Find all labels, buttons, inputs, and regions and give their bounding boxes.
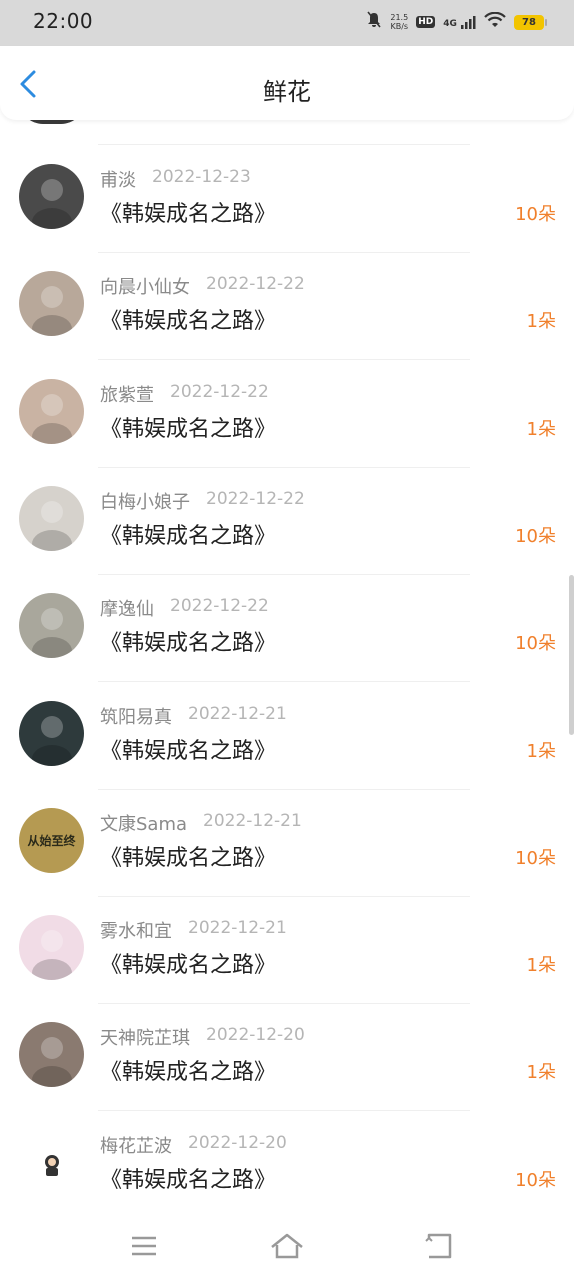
anime-fox-mask-icon[interactable] (19, 915, 84, 980)
list-item[interactable]: 甫淡 2022-12-23 《韩娱成名之路》 10朵 (0, 146, 574, 253)
status-bar: 22:00 21.5 KB/s HD 4G 78 (0, 0, 574, 46)
home-button[interactable] (267, 1229, 307, 1265)
return-icon (425, 1233, 452, 1259)
user-name: 甫淡 (100, 170, 136, 191)
avatar-text: 从始至终 (27, 834, 76, 848)
system-nav-bar (0, 1215, 574, 1280)
book-title: 《韩娱成名之路》 (100, 1168, 277, 1193)
user-name: 天神院芷琪 (100, 1028, 190, 1049)
mute-bell-icon (366, 11, 382, 33)
list-item[interactable]: 向晨小仙女 2022-12-22 《韩娱成名之路》 1朵 (0, 253, 574, 360)
list-item[interactable]: 筑阳易真 2022-12-21 《韩娱成名之路》 1朵 (0, 683, 574, 790)
row-divider (98, 681, 470, 682)
row-date: 2022-12-21 (203, 811, 302, 831)
list-item[interactable]: 白梅小娘子 2022-12-22 《韩娱成名之路》 10朵 (0, 468, 574, 575)
wifi-icon (484, 11, 506, 32)
row-date: 2022-12-20 (188, 1133, 287, 1153)
menu-icon (132, 1236, 156, 1256)
flower-count: 1朵 (526, 1062, 556, 1083)
book-title: 《韩娱成名之路》 (100, 739, 277, 764)
row-date: 2022-12-23 (152, 167, 251, 187)
cellular-signal-icon: 4G (443, 15, 476, 29)
user-name: 筑阳易真 (100, 707, 172, 728)
home-icon (271, 1233, 303, 1259)
list-item[interactable]: 旅紫萱 2022-12-22 《韩娱成名之路》 1朵 (0, 361, 574, 468)
book-title: 《韩娱成名之路》 (100, 309, 277, 334)
sketch-portrait-photo-icon[interactable] (19, 593, 84, 658)
book-title: 《韩娱成名之路》 (100, 953, 277, 978)
flower-count: 1朵 (526, 419, 556, 440)
status-icons: 21.5 KB/s HD 4G 78 (366, 11, 547, 33)
scrollbar[interactable] (569, 575, 574, 735)
row-date: 2022-12-22 (206, 489, 305, 509)
row-date: 2022-12-22 (170, 382, 269, 402)
battery-icon: 78 (514, 14, 547, 30)
text-badge-icon[interactable]: 从始至终 (19, 808, 84, 873)
girl-portrait-photo-icon[interactable] (19, 486, 84, 551)
book-title: 《韩娱成名之路》 (100, 1060, 277, 1085)
cartoon-character-icon[interactable] (19, 1130, 84, 1195)
list-item[interactable]: 从始至终 文康Sama 2022-12-21 《韩娱成名之路》 10朵 (0, 790, 574, 897)
flower-count: 10朵 (515, 526, 556, 547)
girl-with-cat-photo-icon[interactable] (19, 379, 84, 444)
woman-portrait-photo-icon[interactable] (19, 701, 84, 766)
flower-count: 10朵 (515, 1170, 556, 1191)
speed-value: 21.5 (390, 13, 409, 22)
menu-button[interactable] (124, 1229, 164, 1265)
book-title: 《韩娱成名之路》 (100, 524, 277, 549)
screen: 22:00 21.5 KB/s HD 4G 78 鲜花 甫淡 2022-12-2… (0, 0, 574, 1280)
user-name: 文康Sama (100, 814, 188, 835)
birdcage-photo-icon[interactable] (19, 271, 84, 336)
girl-selfie-photo-icon[interactable] (19, 1022, 84, 1087)
back-nav-button[interactable] (419, 1229, 459, 1265)
speed-unit: KB/s (390, 22, 409, 31)
row-date: 2022-12-22 (170, 596, 269, 616)
row-date: 2022-12-21 (188, 704, 287, 724)
status-time: 22:00 (33, 9, 94, 33)
battery-level: 78 (522, 16, 536, 28)
flower-count: 1朵 (526, 311, 556, 332)
row-date: 2022-12-21 (188, 918, 287, 938)
list-item[interactable]: 摩逸仙 2022-12-22 《韩娱成名之路》 10朵 (0, 575, 574, 682)
flower-count: 10朵 (515, 848, 556, 869)
network-type: 4G (443, 19, 457, 29)
flower-count: 10朵 (515, 204, 556, 225)
page-title: 鲜花 (263, 78, 311, 106)
list-item[interactable]: 梅花芷波 2022-12-20 《韩娱成名之路》 10朵 (0, 1112, 574, 1219)
flower-count: 10朵 (515, 633, 556, 654)
user-name: 摩逸仙 (100, 599, 154, 620)
row-divider (98, 1110, 470, 1111)
user-name: 旅紫萱 (100, 385, 154, 406)
flower-count: 1朵 (526, 955, 556, 976)
row-date: 2022-12-22 (206, 274, 305, 294)
app-header: 鲜花 (0, 46, 574, 120)
book-title: 《韩娱成名之路》 (100, 417, 277, 442)
user-name: 向晨小仙女 (100, 277, 190, 298)
network-speed: 21.5 KB/s (390, 13, 408, 31)
list-item[interactable]: 天神院芷琪 2022-12-20 《韩娱成名之路》 1朵 (0, 1004, 574, 1111)
user-name: 白梅小娘子 (100, 492, 190, 513)
row-date: 2022-12-20 (206, 1025, 305, 1045)
list-item[interactable]: 雾水和宜 2022-12-21 《韩娱成名之路》 1朵 (0, 897, 574, 1004)
book-title: 《韩娱成名之路》 (100, 202, 277, 227)
flower-count: 1朵 (526, 741, 556, 762)
book-title: 《韩娱成名之路》 (100, 846, 277, 871)
book-title: 《韩娱成名之路》 (100, 631, 277, 656)
user-name: 梅花芷波 (100, 1136, 172, 1157)
row-divider (98, 144, 470, 145)
hd-icon: HD (416, 16, 436, 28)
car-photo-icon[interactable] (19, 164, 84, 229)
user-name: 雾水和宜 (100, 921, 172, 942)
row-divider (98, 359, 470, 360)
